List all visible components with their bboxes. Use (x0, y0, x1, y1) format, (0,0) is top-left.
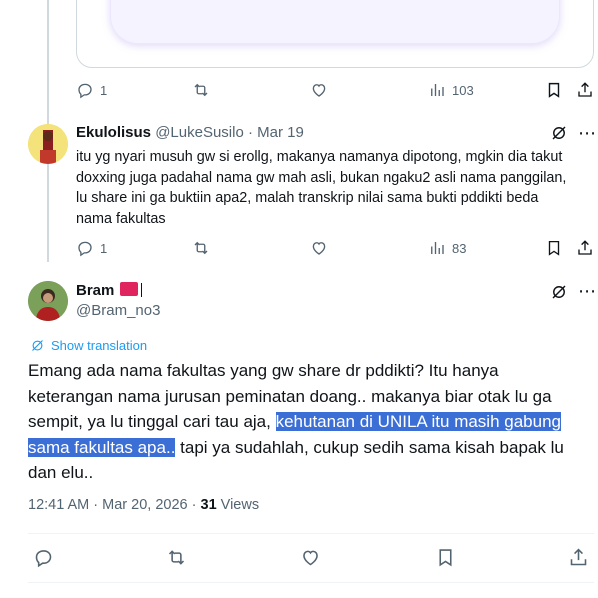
reply-button[interactable]: 1 (76, 239, 107, 257)
like-icon (303, 550, 318, 566)
repost-button[interactable] (192, 239, 210, 257)
more-options-icon[interactable]: ⋯ (578, 124, 596, 142)
tweet-meta: 12:41 AM · Mar 20, 2026 · 31 Views (28, 497, 260, 513)
tweet-time[interactable]: 12:41 AM (28, 497, 89, 513)
reply-count: 1 (100, 82, 108, 98)
share-button[interactable] (568, 547, 589, 568)
bookmark-button[interactable] (545, 239, 563, 257)
views-label: Views (220, 497, 260, 513)
share-icon (578, 240, 592, 255)
handle[interactable]: @LukeSusilo (155, 124, 244, 141)
reply-tweet-text: itu yg nyari musuh gw si erollg, makanya… (76, 149, 567, 227)
views-icon (431, 242, 444, 254)
like-button[interactable] (310, 81, 328, 99)
more-options-icon[interactable]: ⋯ (578, 282, 596, 300)
name-bar (141, 283, 143, 297)
grok-icon (552, 126, 566, 140)
share-icon (570, 548, 587, 566)
main-tweet-header: Bram (76, 282, 143, 300)
like-button[interactable] (300, 547, 321, 568)
grok-button[interactable] (550, 124, 568, 147)
tweet-date[interactable]: Mar 19 (257, 124, 304, 141)
bookmark-button[interactable] (435, 547, 456, 568)
avatar[interactable] (28, 281, 68, 321)
views-button[interactable]: 83 (428, 239, 466, 257)
views-count: 31 (200, 497, 217, 513)
views-count: 83 (452, 240, 467, 256)
quoted-card-media (110, 0, 560, 44)
reply-icon (78, 83, 92, 99)
show-translation-link[interactable]: Show translation (30, 338, 147, 353)
repost-icon (194, 241, 208, 255)
like-button[interactable] (310, 239, 328, 257)
reply-tweet-header: Ekulolisus @LukeSusilo · Mar 19 (76, 124, 304, 141)
like-icon (312, 84, 326, 97)
avatar-image (28, 281, 68, 321)
views-count: 103 (452, 82, 474, 98)
handle[interactable]: @Bram_no3 (76, 302, 160, 319)
reply-icon (78, 241, 92, 257)
tweet-date[interactable]: Mar 20, 2026 (102, 497, 187, 513)
grok-button[interactable] (550, 283, 568, 306)
grok-icon (552, 285, 566, 299)
bookmark-icon (548, 240, 560, 256)
views-button[interactable]: 103 (428, 81, 474, 99)
repost-button[interactable] (166, 547, 187, 568)
views-icon (431, 84, 444, 96)
main-tweet-text: Emang ada nama fakultas yang gw share dr… (28, 358, 588, 486)
repost-button[interactable] (192, 81, 210, 99)
reply-button[interactable]: 1 (76, 81, 107, 99)
translate-icon (32, 340, 43, 351)
reply-icon (35, 550, 52, 568)
bookmark-icon (439, 549, 452, 567)
like-icon (312, 242, 326, 255)
reply-count: 1 (100, 240, 108, 256)
divider (28, 582, 594, 583)
show-translation-label: Show translation (51, 338, 148, 353)
bookmark-button[interactable] (545, 81, 563, 99)
reply-button[interactable] (33, 547, 54, 568)
share-button[interactable] (576, 239, 594, 257)
display-name[interactable]: Ekulolisus (76, 124, 151, 141)
repost-icon (168, 550, 185, 565)
avatar-image (28, 124, 68, 164)
divider (28, 533, 594, 534)
bookmark-icon (548, 82, 560, 98)
share-button[interactable] (576, 81, 594, 99)
share-icon (578, 82, 592, 97)
avatar[interactable] (28, 124, 68, 164)
flag-badge (120, 282, 139, 296)
repost-icon (194, 83, 208, 97)
display-name[interactable]: Bram (76, 282, 114, 299)
separator: · (247, 124, 253, 141)
